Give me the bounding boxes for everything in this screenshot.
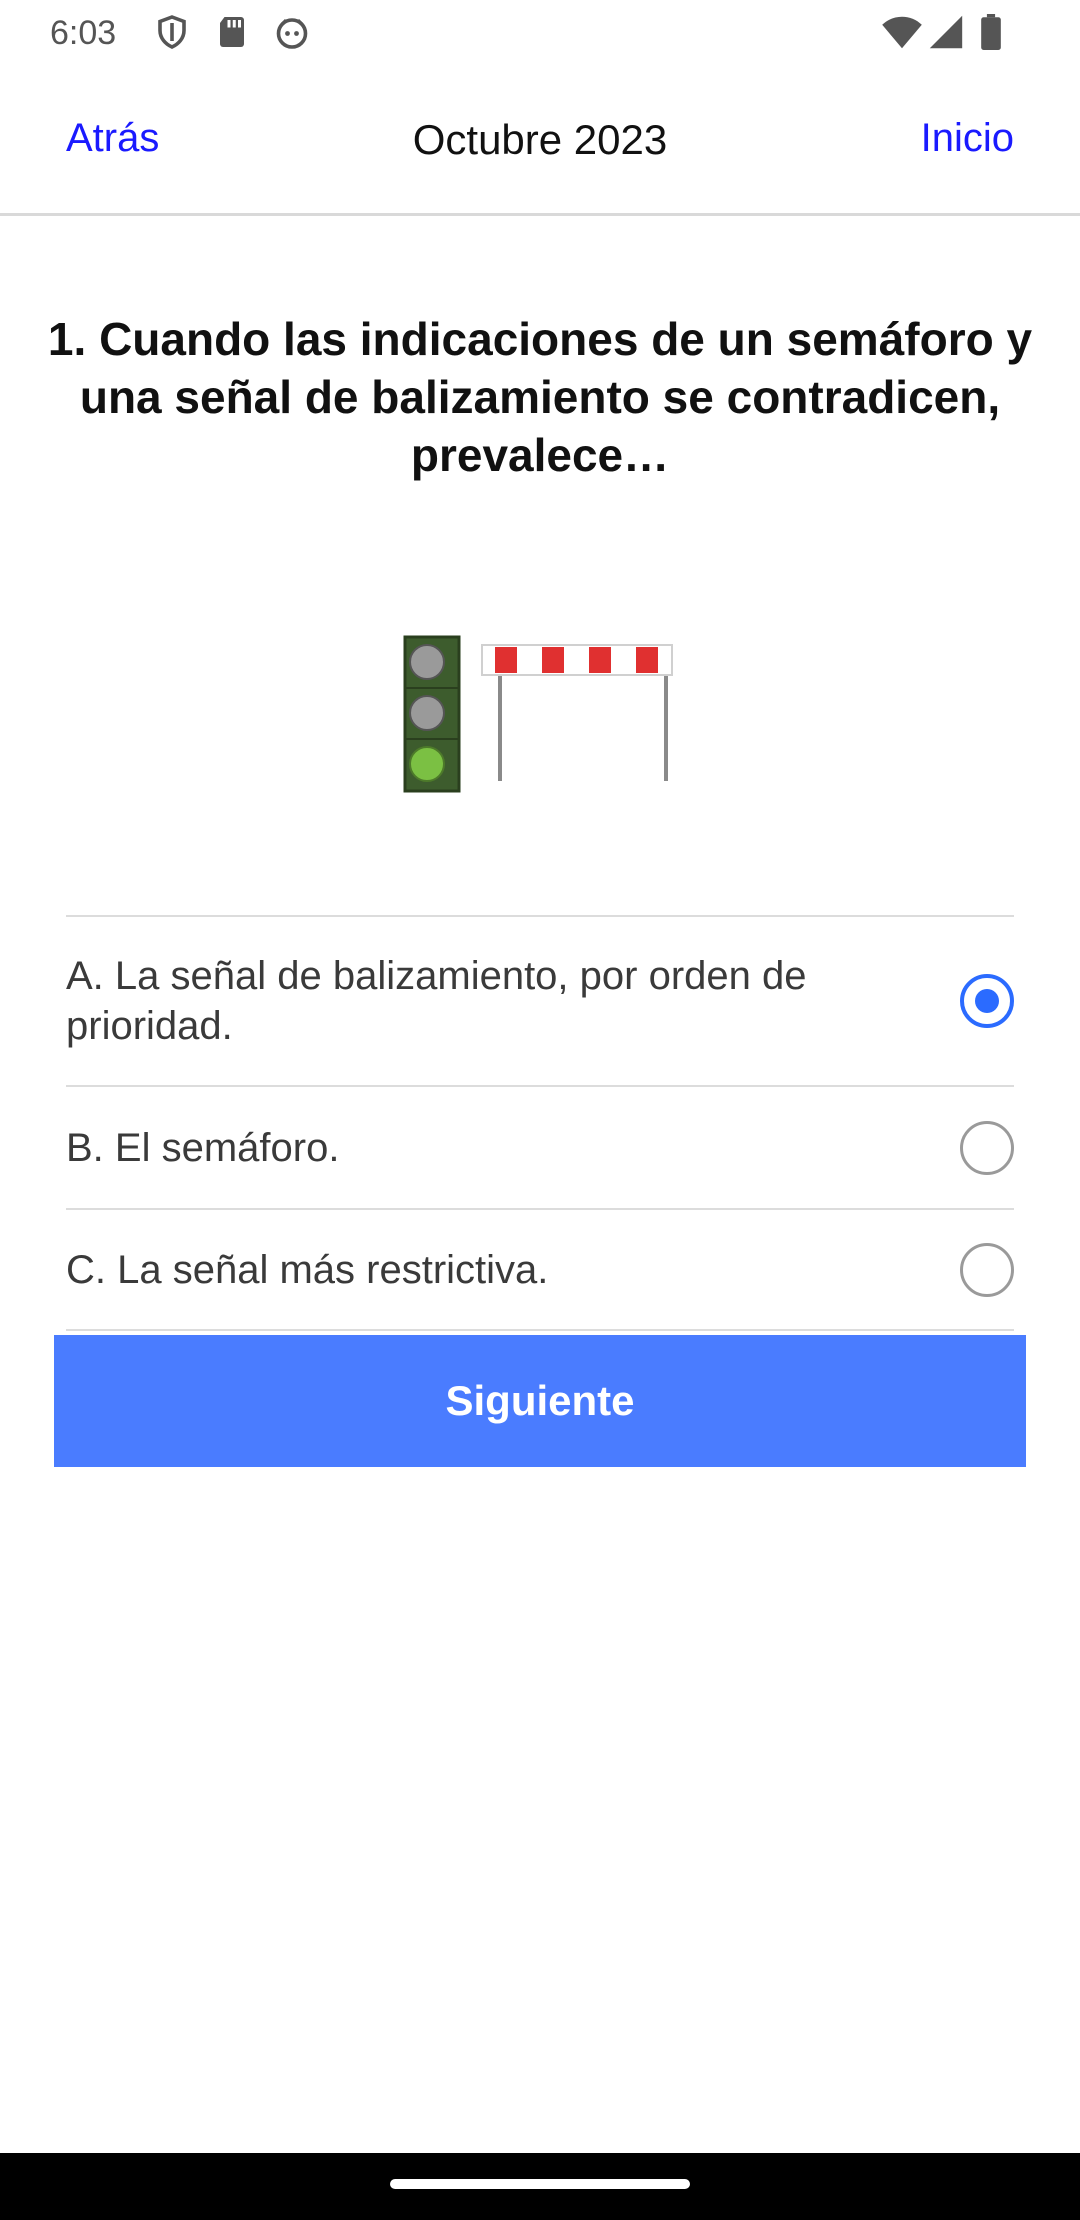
signal-icon [929,15,963,49]
traffic-light-barrier-illustration [403,635,673,793]
home-link[interactable]: Inicio [921,116,1014,161]
wifi-icon [882,16,922,49]
option-b-label: B. El semáforo. [66,1125,340,1170]
sd-card-icon [220,17,244,47]
traffic-light-icon [403,635,461,793]
next-button[interactable]: Siguiente [54,1335,1026,1467]
barrier-icon [481,644,673,781]
option-c-radio[interactable] [960,1242,1014,1297]
answer-options: A. La señal de balizamiento, por orden d… [66,915,1014,1331]
option-c-label: C. La señal más restrictiva. [66,1247,549,1292]
home-gesture-handle[interactable] [390,2179,690,2189]
page-title: Octubre 2023 [412,116,668,163]
option-a-label: A. La señal de balizamiento, por orden d… [66,954,807,1048]
option-a-radio[interactable] [960,974,1014,1028]
question-text: 1. Cuando las indicaciones de un semáfor… [47,313,1033,481]
shield-icon [158,15,186,49]
option-c[interactable]: C. La señal más restrictiva. [66,1208,1014,1331]
top-nav-bar: Atrás Octubre 2023 Inicio [0,66,1080,216]
system-nav-bar [0,2153,1080,2220]
battery-icon [981,14,1001,50]
android-face-icon [276,18,308,49]
option-b-radio[interactable] [960,1120,1014,1175]
option-a[interactable]: A. La señal de balizamiento, por orden d… [66,915,1014,1085]
status-bar: 6:03 [0,0,1080,66]
status-time: 6:03 [50,14,117,52]
option-b[interactable]: B. El semáforo. [66,1085,1014,1208]
